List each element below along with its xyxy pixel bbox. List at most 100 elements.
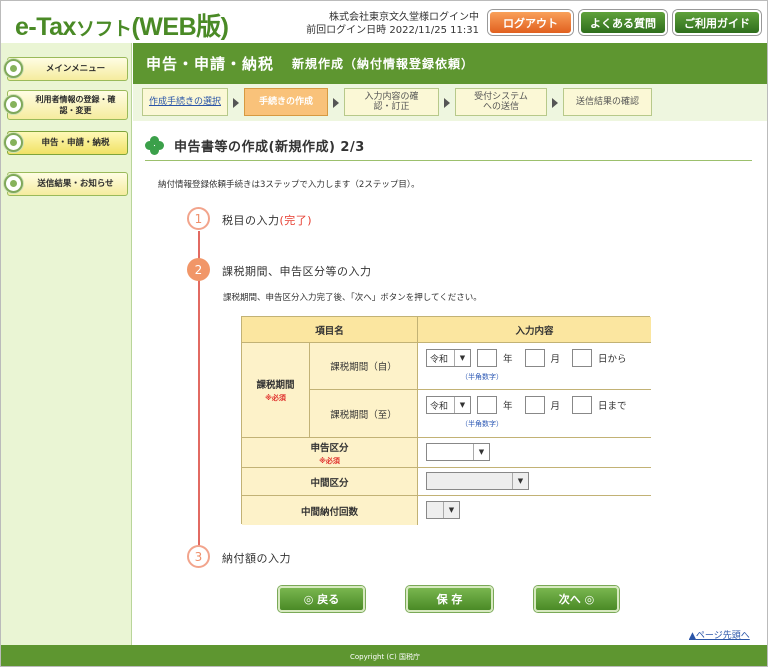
intro-text: 納付情報登録依頼手続きは3ステップで入力します（2ステップ目）。 <box>158 180 420 190</box>
step2-number: 2 <box>187 258 210 281</box>
declaration-type-select[interactable]: ▼ <box>426 443 490 461</box>
step1-text: 税目の入力 <box>222 214 280 227</box>
guide-button[interactable]: ご利用ガイド <box>673 10 761 35</box>
section-title: 申告・申請・納税 <box>146 55 275 73</box>
next-button[interactable]: 次へ ◎ <box>534 586 619 612</box>
sidebar-item-label: 利用者情報の登録・確認・変更 <box>35 95 116 115</box>
sidebar-item-main-menu[interactable]: メインメニュー <box>4 57 128 81</box>
page-top-link[interactable]: ▲ページ先頭へ <box>689 628 750 641</box>
month-unit: 月 <box>550 401 561 412</box>
day-input[interactable] <box>572 396 593 414</box>
save-button[interactable]: 保 存 <box>406 586 493 612</box>
col-header-item: 項目名 <box>242 317 418 343</box>
step1-number: 1 <box>187 207 210 230</box>
year-unit: 年 <box>503 401 513 412</box>
filing-icon <box>4 133 23 152</box>
last-login: 前回ログイン日時 2022/11/25 11:31 <box>306 25 479 36</box>
sidebar: メインメニュー 利用者情報の登録・確認・変更 申告・申請・納税 送信結果・お知ら… <box>1 43 132 645</box>
app-window: e-Taxソフト(WEB版) 株式会社東京文久堂様ログイン中 前回ログイン日時 … <box>0 0 768 667</box>
halfwidth-note: （半角数字） <box>461 420 503 428</box>
period-group-text: 課税期間 <box>256 380 295 391</box>
dropdown-arrow-icon: ▼ <box>443 502 459 518</box>
year-input[interactable] <box>477 396 497 414</box>
back-button[interactable]: ◎ 戻る <box>278 586 365 612</box>
required-mark: ※必須 <box>319 456 340 465</box>
era-value: 令和 <box>430 401 449 412</box>
login-user: 株式会社東京文久堂様ログイン中 <box>329 12 479 23</box>
etax-logo: e-Taxソフト(WEB版) <box>15 7 229 43</box>
section-subtitle: 新規作成（納付情報登録依頼） <box>292 57 475 71</box>
step-confirm: 入力内容の確認・訂正 <box>344 88 439 116</box>
declaration-type-text: 申告区分 <box>310 442 349 454</box>
step-arrow-icon <box>444 98 450 108</box>
results-icon <box>4 174 23 193</box>
sidebar-item-user-info[interactable]: 利用者情報の登録・確認・変更 <box>4 90 128 120</box>
step-create: 手続きの作成 <box>244 88 328 116</box>
sidebar-item-label: 送信結果・お知らせ <box>37 178 114 189</box>
month-unit: 月 <box>550 354 561 365</box>
step2-label: 課税期間、申告区分等の入力 <box>222 265 372 278</box>
main-menu-icon <box>4 59 23 78</box>
year-unit: 年 <box>503 354 513 365</box>
user-info-icon <box>4 95 23 114</box>
dropdown-arrow-icon: ▼ <box>454 397 470 413</box>
step1-done: (完了) <box>279 214 313 227</box>
header: e-Taxソフト(WEB版) 株式会社東京文久堂様ログイン中 前回ログイン日時 … <box>1 1 767 43</box>
step3-label: 納付額の入力 <box>222 552 291 565</box>
period-to-input: 令和 ▼ 年 月 日まで （半角数字） <box>418 390 651 438</box>
declaration-type-input: ▼ <box>418 438 651 468</box>
step-send: 受付システムへの送信 <box>455 88 547 116</box>
period-from-label: 課税期間（自） <box>310 343 418 390</box>
month-input[interactable] <box>524 349 545 367</box>
sidebar-item-label: 申告・申請・納税 <box>41 137 110 148</box>
period-from-input: 令和 ▼ 年 月 日から （半角数字） <box>418 343 651 390</box>
era-select[interactable]: 令和 ▼ <box>426 349 471 367</box>
month-input[interactable] <box>524 396 545 414</box>
interim-count-select[interactable]: ▼ <box>426 501 460 519</box>
step-arrow-icon <box>233 98 239 108</box>
sidebar-item-results[interactable]: 送信結果・お知らせ <box>4 172 128 196</box>
page-title: 申告書等の作成(新規作成) 2/3 <box>174 140 365 155</box>
to-suffix: 日まで <box>598 401 627 412</box>
input-table: 項目名 入力内容 課税期間 ※必須 課税期間（自） 令和 ▼ 年 月 日から （半… <box>241 316 651 525</box>
dropdown-arrow-icon: ▼ <box>512 473 528 489</box>
period-group-label: 課税期間 ※必須 <box>242 343 310 438</box>
col-header-input: 入力内容 <box>418 317 651 343</box>
step-result: 送信結果の確認 <box>563 88 652 116</box>
date-row: 令和 ▼ 年 月 日まで <box>426 396 627 414</box>
progress-steps: 作成手続きの選択 手続きの作成 入力内容の確認・訂正 受付システムへの送信 送信… <box>133 84 767 121</box>
step1-label: 税目の入力(完了) <box>222 212 312 228</box>
period-to-label: 課税期間（至） <box>310 390 418 438</box>
step3-number: 3 <box>187 545 210 568</box>
login-info: 株式会社東京文久堂様ログイン中 前回ログイン日時 2022/11/25 11:3… <box>285 11 479 37</box>
sidebar-item-filing[interactable]: 申告・申請・納税 <box>4 131 128 155</box>
faq-button[interactable]: よくある質問 <box>579 10 667 35</box>
era-value: 令和 <box>430 354 449 365</box>
interim-type-select[interactable]: ▼ <box>426 472 529 490</box>
declaration-type-label: 申告区分 ※必須 <box>242 438 418 468</box>
era-select[interactable]: 令和 ▼ <box>426 396 471 414</box>
interim-type-label: 中間区分 <box>242 468 418 496</box>
page-top-text: ページ先頭へ <box>695 631 750 641</box>
step-arrow-icon <box>552 98 558 108</box>
logo-web: (WEB版) <box>131 13 229 41</box>
title-bar: 申告・申請・納税 新規作成（納付情報登録依頼） <box>133 43 767 84</box>
arrow-up-icon: ▲ <box>689 631 696 641</box>
interim-type-input: ▼ <box>418 468 651 496</box>
year-input[interactable] <box>477 349 497 367</box>
step-select[interactable]: 作成手続きの選択 <box>142 88 228 116</box>
page-heading: 申告書等の作成(新規作成) 2/3 <box>145 131 752 161</box>
clover-icon <box>145 136 164 155</box>
dropdown-arrow-icon: ▼ <box>473 444 489 460</box>
step-arrow-icon <box>333 98 339 108</box>
logout-button[interactable]: ログアウト <box>488 10 573 35</box>
from-suffix: 日から <box>598 354 627 365</box>
footer: Copyright (C) 国税庁 <box>1 645 767 666</box>
halfwidth-note: （半角数字） <box>461 373 503 381</box>
interim-count-input: ▼ <box>418 496 651 525</box>
interim-count-label: 中間納付回数 <box>242 496 418 525</box>
day-input[interactable] <box>572 349 593 367</box>
required-mark: ※必須 <box>265 394 286 402</box>
step2-instruction: 課税期間、申告区分入力完了後、「次へ」ボタンを押してください。 <box>223 293 482 303</box>
logo-small: ソフト <box>75 19 132 40</box>
